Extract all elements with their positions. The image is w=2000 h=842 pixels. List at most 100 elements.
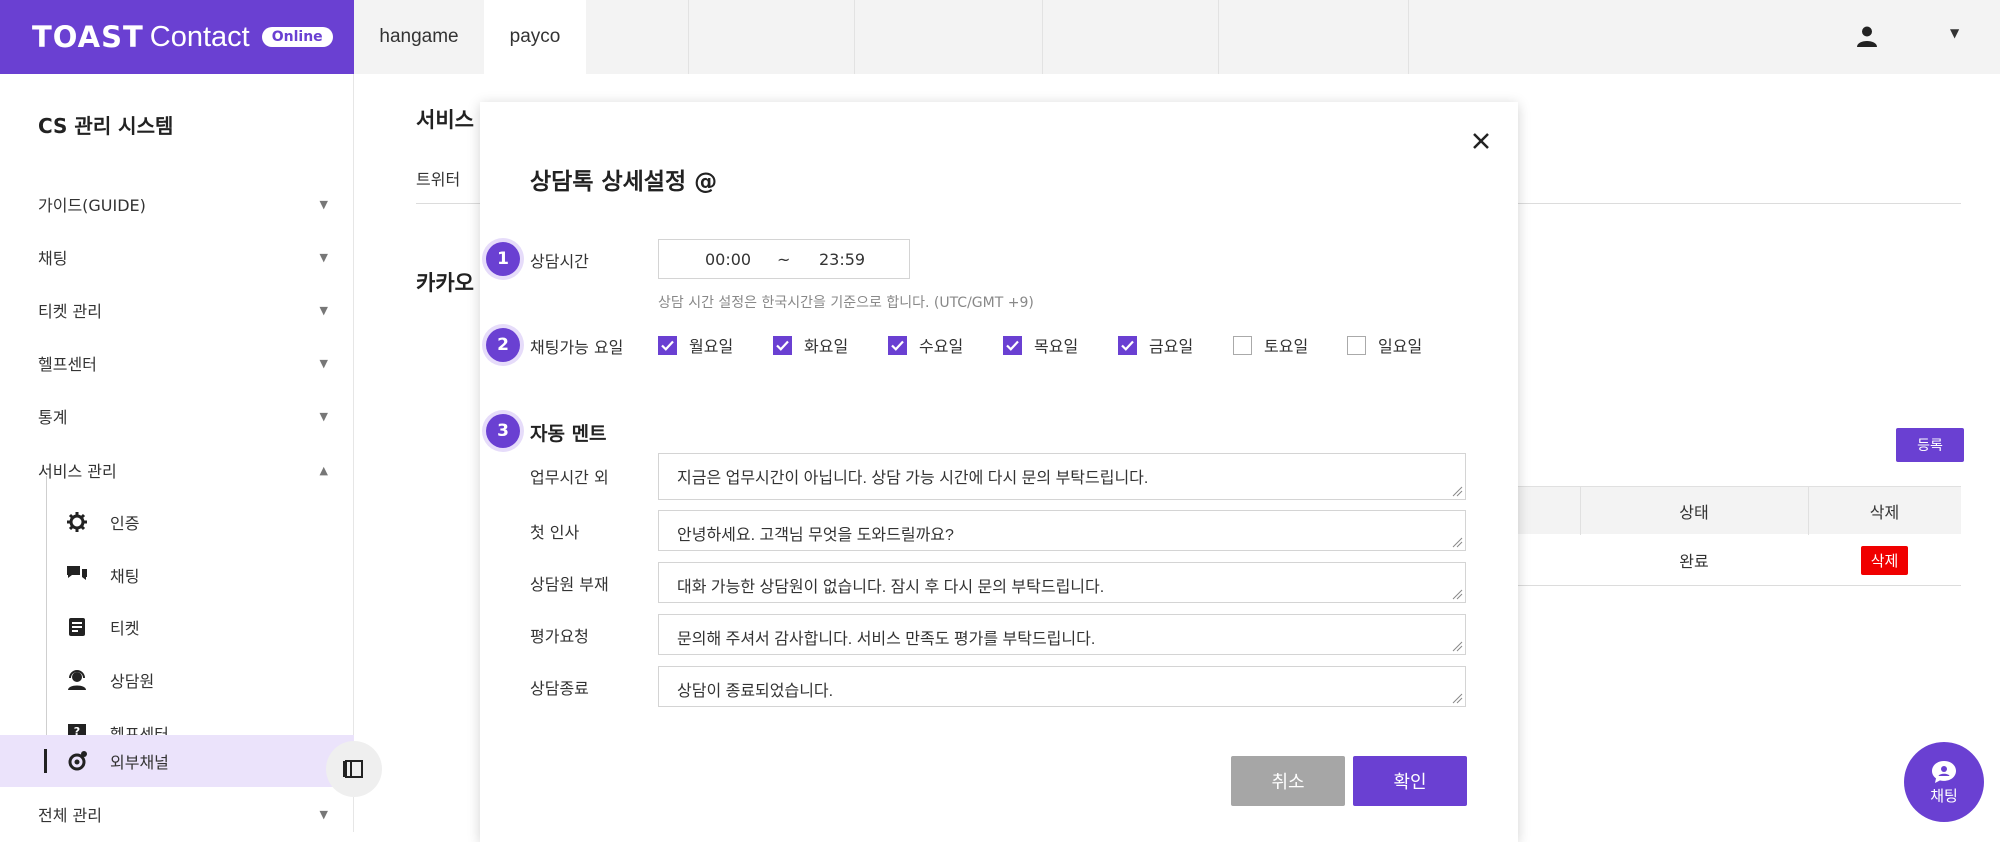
- sidebar-subitem-label: 채팅: [110, 567, 140, 586]
- sidebar-item-label: 서비스 관리: [38, 462, 117, 481]
- resize-grip-icon[interactable]: [1451, 485, 1463, 497]
- page-title: 서비스: [416, 108, 474, 132]
- brand-logo[interactable]: TOAST Contact Online: [0, 0, 354, 74]
- sidebar-subitem-label: 외부채널: [110, 753, 169, 772]
- channel-icon: [66, 750, 88, 772]
- tab-payco[interactable]: payco: [484, 0, 586, 74]
- checkbox-checked-icon[interactable]: [1118, 335, 1137, 355]
- resize-grip-icon[interactable]: [1451, 536, 1463, 548]
- cancel-button[interactable]: 취소: [1231, 756, 1345, 806]
- sidebar-subitem-label: 티켓: [110, 619, 140, 638]
- sidebar-title: CS 관리 시스템: [38, 114, 174, 138]
- textarea-value: 안녕하세요. 고객님 무엇을 도와드릴까요?: [677, 527, 954, 544]
- sidebar-item-guide[interactable]: 가이드(GUIDE) ▼: [0, 178, 354, 230]
- after-hours-label: 업무시간 외: [530, 468, 609, 487]
- checkbox-checked-icon[interactable]: [888, 335, 907, 355]
- checkbox-saturday[interactable]: 토요일: [1233, 334, 1308, 356]
- sidebar-item-ticket[interactable]: 티켓 관리 ▼: [0, 284, 354, 336]
- chat-bubble-icon: [1932, 760, 1956, 783]
- sidebar-item-label: 가이드(GUIDE): [38, 196, 146, 215]
- tab-divider: [688, 0, 689, 74]
- checkbox-unchecked-icon[interactable]: [1347, 335, 1366, 355]
- checkbox-monday[interactable]: 월요일: [658, 334, 733, 356]
- sidebar-item-helpcenter[interactable]: 헬프센터 ▼: [0, 337, 354, 389]
- consult-end-label: 상담종료: [530, 679, 589, 698]
- sidebar-item-all-manage[interactable]: 전체 관리 ▼: [0, 788, 354, 840]
- timezone-hint: 상담 시간 설정은 한국시간을 기준으로 합니다. (UTC/GMT +9): [658, 295, 1034, 311]
- step-badge-3: 3: [486, 414, 520, 448]
- time-separator: ~: [777, 250, 791, 269]
- sidebar-subitem-agent[interactable]: 상담원: [0, 654, 354, 706]
- delete-button[interactable]: 삭제: [1860, 545, 1909, 575]
- checkbox-sunday[interactable]: 일요일: [1347, 334, 1422, 356]
- sidebar-collapse-button[interactable]: [326, 741, 382, 797]
- chevron-down-icon: ▼: [319, 409, 328, 423]
- end-time[interactable]: 23:59: [819, 250, 865, 269]
- resize-grip-icon[interactable]: [1451, 640, 1463, 652]
- checkbox-friday[interactable]: 금요일: [1118, 334, 1193, 356]
- sidebar-item-chat[interactable]: 채팅 ▼: [0, 231, 354, 283]
- modal-title: 상담톡 상세설정 @: [530, 169, 718, 195]
- chevron-down-icon: ▼: [319, 807, 328, 821]
- checkbox-checked-icon[interactable]: [658, 335, 677, 355]
- checkbox-thursday[interactable]: 목요일: [1003, 334, 1078, 356]
- sidebar-item-service[interactable]: 서비스 관리 ▲: [0, 444, 354, 496]
- confirm-button[interactable]: 확인: [1353, 756, 1467, 806]
- agent-absent-textarea[interactable]: 대화 가능한 상담원이 없습니다. 잠시 후 다시 문의 부탁드립니다.: [658, 562, 1466, 603]
- chevron-down-icon: ▼: [319, 197, 328, 211]
- chevron-down-icon: ▼: [319, 250, 328, 264]
- auto-message-label: 자동 멘트: [530, 423, 607, 445]
- sidebar-subitem-label: 상담원: [110, 672, 155, 691]
- step-badge-1: 1: [486, 242, 520, 276]
- column-header-status: 상태: [1679, 503, 1709, 522]
- consult-time-range[interactable]: 00:00 ~ 23:59: [658, 239, 910, 279]
- sidebar-subitem-auth[interactable]: 인증: [0, 496, 354, 548]
- chevron-down-icon[interactable]: ▼: [1950, 26, 1959, 40]
- online-badge: Online: [261, 27, 333, 47]
- step-badge-2: 2: [486, 328, 520, 362]
- after-hours-textarea[interactable]: 지금은 업무시간이 아닙니다. 상담 가능 시간에 다시 문의 부탁드립니다.: [658, 453, 1466, 500]
- greeting-label: 첫 인사: [530, 523, 580, 542]
- panel-collapse-icon: [343, 760, 363, 778]
- start-time[interactable]: 00:00: [705, 250, 751, 269]
- tab-divider: [854, 0, 855, 74]
- checkbox-checked-icon[interactable]: [773, 335, 792, 355]
- rating-request-textarea[interactable]: 문의해 주셔서 감사합니다. 서비스 만족도 평가를 부탁드립니다.: [658, 614, 1466, 655]
- register-button[interactable]: 등록: [1896, 428, 1964, 462]
- textarea-value: 문의해 주셔서 감사합니다. 서비스 만족도 평가를 부탁드립니다.: [677, 631, 1096, 648]
- chevron-down-icon: ▼: [319, 303, 328, 317]
- greeting-textarea[interactable]: 안녕하세요. 고객님 무엇을 도와드릴까요?: [658, 510, 1466, 551]
- checkbox-checked-icon[interactable]: [1003, 335, 1022, 355]
- gear-icon: [66, 511, 88, 533]
- delete-cell: 삭제: [1808, 534, 1961, 586]
- sidebar-subitem-ticket[interactable]: 티켓: [0, 601, 354, 653]
- sidebar-item-stats[interactable]: 통계 ▼: [0, 390, 354, 442]
- chat-fab-button[interactable]: 채팅: [1904, 742, 1984, 822]
- tab-divider: [1408, 0, 1409, 74]
- consult-end-textarea[interactable]: 상담이 종료되었습니다.: [658, 666, 1466, 707]
- tab-label: hangame: [379, 26, 459, 47]
- close-icon[interactable]: [1466, 126, 1496, 156]
- tab-twitter[interactable]: 트위터: [416, 166, 460, 190]
- tab-divider: [1218, 0, 1219, 74]
- table-header: 상태 삭제: [1516, 486, 1961, 535]
- chevron-up-icon: ▲: [319, 463, 328, 477]
- chevron-down-icon: ▼: [319, 356, 328, 370]
- sidebar-item-label: 통계: [38, 408, 68, 427]
- user-icon[interactable]: [1856, 25, 1878, 47]
- sidebar-subitem-external-channel[interactable]: 외부채널: [0, 735, 354, 787]
- sidebar-subitem-label: 인증: [110, 514, 140, 533]
- resize-grip-icon[interactable]: [1451, 588, 1463, 600]
- document-icon: [66, 616, 88, 638]
- sidebar-subitem-chat[interactable]: 채팅: [0, 549, 354, 601]
- sidebar: CS 관리 시스템 가이드(GUIDE) ▼ 채팅 ▼ 티켓 관리 ▼ 헬프센터…: [0, 74, 354, 832]
- checkbox-unchecked-icon[interactable]: [1233, 335, 1252, 355]
- active-indicator: [44, 749, 47, 773]
- day-label: 화요일: [804, 337, 849, 356]
- checkbox-wednesday[interactable]: 수요일: [888, 334, 963, 356]
- consult-time-label: 상담시간: [530, 252, 589, 271]
- resize-grip-icon[interactable]: [1451, 692, 1463, 704]
- checkbox-tuesday[interactable]: 화요일: [773, 334, 848, 356]
- tab-hangame[interactable]: hangame: [354, 0, 484, 74]
- day-label: 목요일: [1034, 337, 1079, 356]
